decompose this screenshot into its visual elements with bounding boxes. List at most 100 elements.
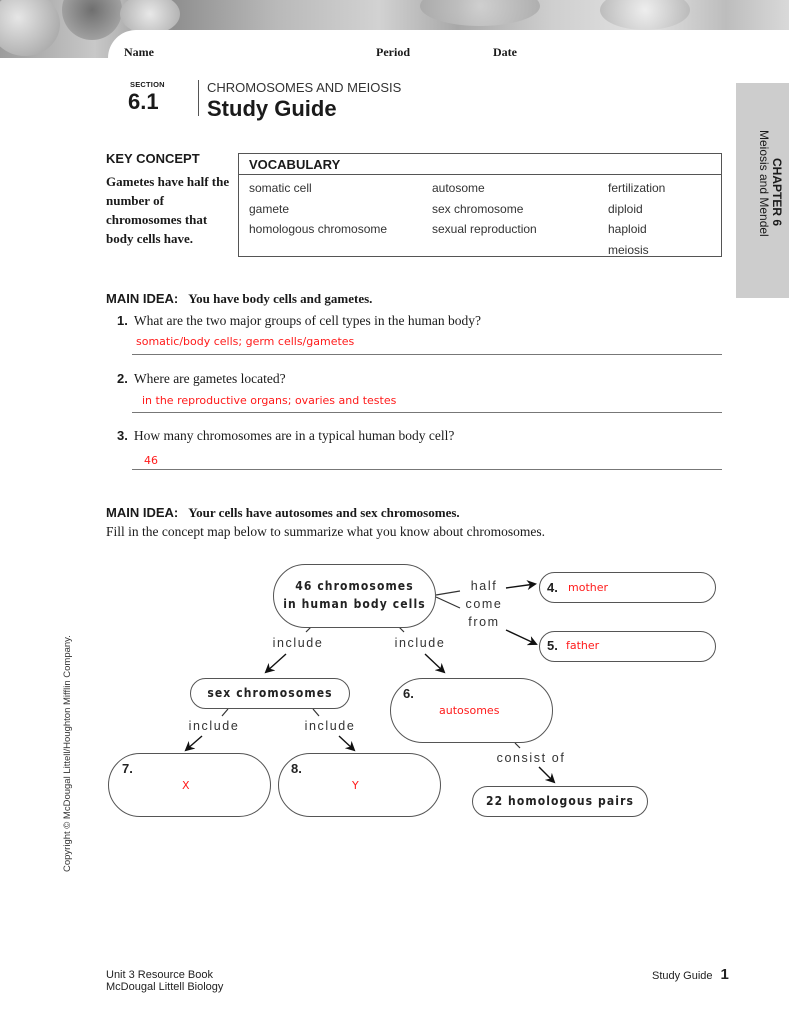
connector-line	[435, 596, 461, 609]
chapter-tab-text: CHAPTER 6 Meiosis and Mendel	[738, 130, 788, 270]
arrow-to-node6	[424, 653, 446, 674]
banner-decoration	[0, 0, 60, 56]
arrow-to-node4	[505, 580, 537, 591]
page-number: 1	[720, 966, 729, 983]
node-6-answer[interactable]: autosomes	[439, 704, 499, 717]
arrow-to-homologous-pairs	[538, 766, 556, 784]
vocabulary-term: fertilization	[608, 181, 666, 195]
vocabulary-box: VOCABULARY somatic cell gamete homologou…	[238, 153, 722, 257]
question-text: How many chromosomes are in a typical hu…	[133, 428, 455, 443]
answer-line	[132, 354, 722, 355]
half-come-from-label: half come from	[462, 577, 506, 631]
copyright-notice: Copyright © McDougal Littell/Houghton Mi…	[62, 635, 73, 872]
question-1: 1. What are the two major groups of cell …	[117, 313, 481, 329]
footer-right: Study Guide 1	[652, 966, 729, 983]
arrow-to-node7	[184, 735, 203, 752]
question-number: 2.	[117, 371, 128, 386]
node-6-number: 6.	[403, 686, 414, 701]
banner-decoration	[62, 0, 122, 40]
question-text: Where are gametes located?	[133, 371, 286, 386]
node-4[interactable]	[539, 572, 716, 603]
main-idea-text: You have body cells and gametes.	[188, 291, 373, 306]
banner-decoration	[120, 0, 180, 34]
arrow-to-node5	[505, 629, 538, 646]
vocabulary-title: VOCABULARY	[239, 154, 721, 175]
vocabulary-term: sexual reproduction	[432, 222, 537, 236]
vocabulary-term: gamete	[249, 201, 290, 216]
key-concept-title: KEY CONCEPT	[106, 151, 200, 166]
footer-series: McDougal Littell Biology	[106, 981, 224, 993]
main-idea-2: MAIN IDEA: Your cells have autosomes and …	[106, 505, 460, 521]
link-text-line: from	[468, 615, 500, 629]
section-word: SECTION	[130, 80, 165, 89]
node-7-answer[interactable]: X	[182, 779, 190, 792]
vocabulary-term: somatic cell	[249, 181, 312, 195]
banner-decoration	[600, 0, 690, 30]
section-number: 6.1	[128, 89, 159, 114]
vocabulary-term: meiosis	[608, 242, 649, 257]
include-right-label: include	[394, 636, 446, 650]
main-idea-label: MAIN IDEA:	[106, 505, 179, 520]
main-idea-text: Your cells have autosomes and sex chromo…	[188, 505, 460, 520]
footer-section-label: Study Guide	[652, 970, 713, 982]
node-text-line: 46 chromosomes	[295, 579, 414, 593]
key-concept-text: Gametes have half the number of chromoso…	[106, 174, 230, 246]
vocabulary-term: diploid	[608, 201, 643, 216]
chapter-number: CHAPTER 6	[770, 158, 784, 227]
main-idea-1: MAIN IDEA: You have body cells and gamete…	[106, 291, 372, 307]
arrow-to-sex-chromosomes	[264, 653, 287, 674]
consist-of-label: consist of	[496, 751, 566, 765]
vocabulary-term: sex chromosome	[432, 201, 524, 216]
period-label: Period	[376, 45, 410, 59]
include-left-label: include	[272, 636, 324, 650]
node-homologous-pairs-text: 22 homologous pairs	[485, 794, 635, 808]
include-sex-left-label: include	[188, 719, 240, 733]
question-3: 3. How many chromosomes are in a typical …	[117, 428, 454, 444]
answer-line	[132, 469, 722, 470]
connector-line	[435, 590, 461, 596]
question-2: 2. Where are gametes located?	[117, 371, 286, 387]
chapter-name: Meiosis and Mendel	[757, 130, 771, 237]
footer-left: Unit 3 Resource Book McDougal Littell Bi…	[106, 969, 223, 993]
answer-2[interactable]: in the reproductive organs; ovaries and …	[142, 394, 396, 407]
node-4-answer[interactable]: mother	[568, 581, 608, 594]
connector-line	[221, 708, 229, 717]
question-number: 1.	[117, 313, 128, 328]
node-8-number: 8.	[291, 761, 302, 776]
concept-map-instruction: Fill in the concept map below to summari…	[106, 524, 546, 539]
answer-1[interactable]: somatic/body cells; germ cells/gametes	[136, 335, 354, 348]
node-text-line: in human body cells	[283, 597, 426, 611]
node-4-number: 4.	[547, 580, 558, 595]
answer-line	[132, 412, 722, 413]
section-subtitle: CHROMOSOMES AND MEIOSIS	[207, 80, 402, 95]
arrow-to-node8	[338, 735, 356, 752]
node-sex-chromosomes-text: sex chromosomes	[207, 686, 333, 700]
link-text-line: come	[465, 597, 503, 611]
vocabulary-term: autosome	[432, 181, 485, 195]
name-label: Name	[124, 45, 154, 59]
connector-line	[514, 742, 521, 749]
link-text-line: half	[470, 579, 498, 593]
vocabulary-term: haploid	[608, 222, 647, 236]
node-46-chromosomes-text: 46 chromosomes in human body cells	[273, 577, 436, 613]
node-8[interactable]	[278, 753, 441, 817]
question-text: What are the two major groups of cell ty…	[133, 313, 481, 328]
question-number: 3.	[117, 428, 128, 443]
node-8-answer[interactable]: Y	[352, 779, 359, 792]
page-title: Study Guide	[207, 96, 337, 121]
main-idea-label: MAIN IDEA:	[106, 291, 179, 306]
node-5-number: 5.	[547, 638, 558, 653]
date-label: Date	[493, 45, 517, 59]
connector-line	[312, 708, 320, 717]
vocabulary-column: autosome sex chromosome sexual reproduct…	[432, 178, 537, 240]
vocabulary-column: somatic cell gamete homologous chromosom…	[249, 178, 387, 240]
vocabulary-column: fertilization diploid haploid meiosis	[608, 178, 665, 260]
node-5-answer[interactable]: father	[566, 639, 599, 652]
include-sex-right-label: include	[304, 719, 356, 733]
answer-3[interactable]: 46	[144, 454, 158, 467]
banner-white-area	[108, 30, 789, 58]
banner-decoration	[420, 0, 540, 26]
vocabulary-term: homologous chromosome	[249, 222, 388, 236]
node-7-number: 7.	[122, 761, 133, 776]
section-divider	[198, 80, 199, 116]
